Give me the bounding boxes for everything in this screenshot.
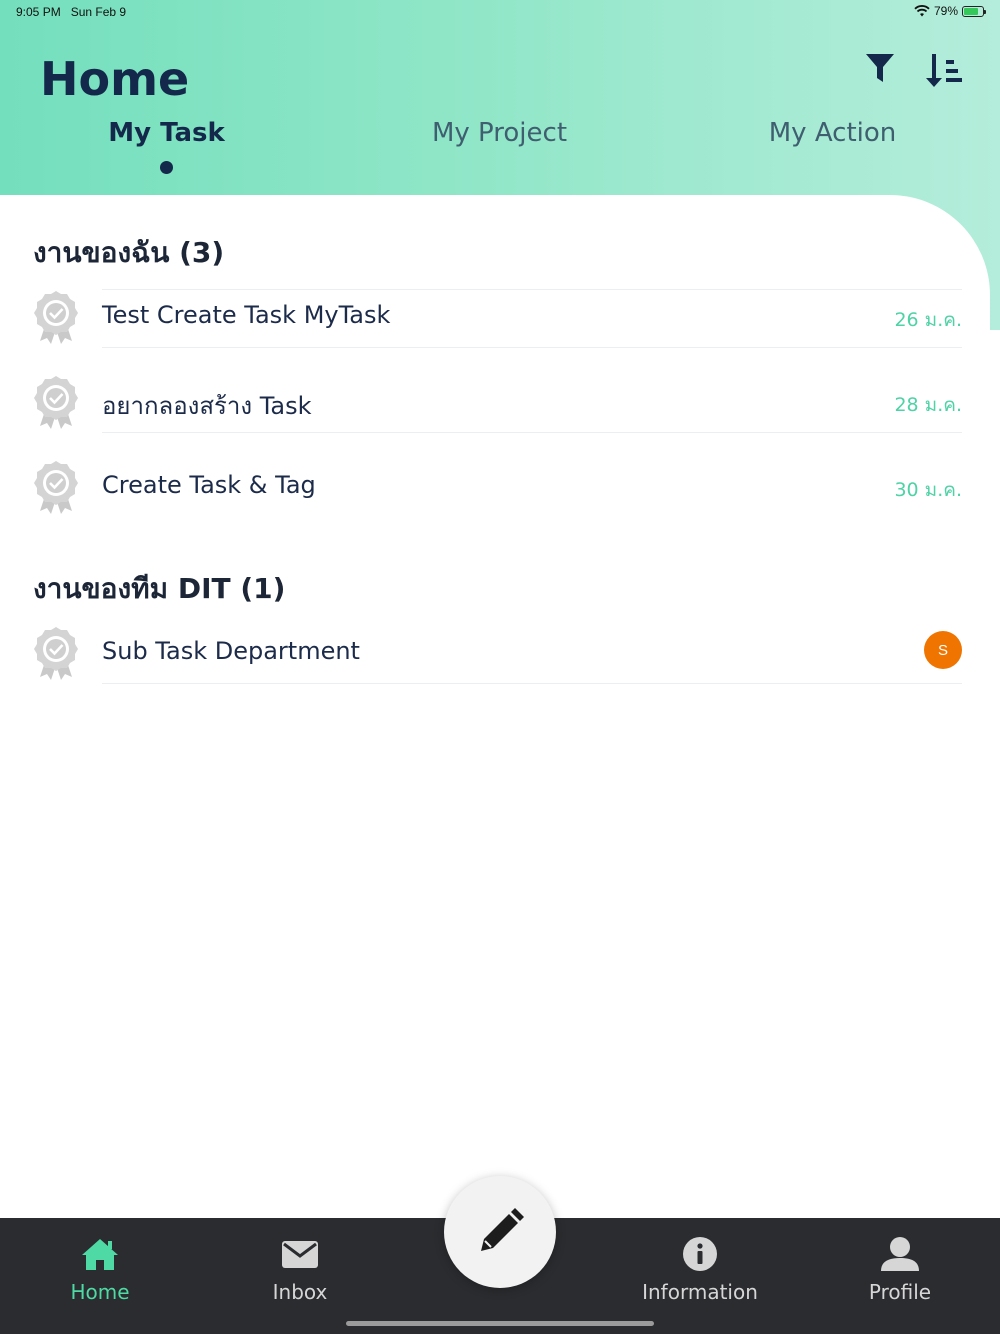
status-bar: 9:05 PM Sun Feb 9 79% — [0, 0, 1000, 24]
battery-icon — [962, 5, 986, 17]
nav-home[interactable]: Home — [0, 1236, 200, 1304]
content-panel: งานของฉัน (3) Test Create Task MyTask 26… — [0, 195, 990, 1235]
person-icon — [881, 1237, 919, 1271]
nav-profile-label: Profile — [868, 1280, 932, 1304]
task-row[interactable]: Test Create Task MyTask 26 ม.ค. — [30, 289, 962, 347]
nav-inbox-label: Inbox — [272, 1280, 328, 1304]
task-title: Sub Task Department — [102, 637, 360, 665]
task-title: Test Create Task MyTask — [102, 301, 391, 329]
award-badge-icon — [34, 291, 78, 344]
nav-information-label: Information — [642, 1280, 758, 1304]
nav-inbox[interactable]: Inbox — [200, 1236, 400, 1304]
battery-percent: 79% — [933, 4, 958, 18]
section-title-my-tasks: งานของฉัน (3) — [33, 236, 225, 269]
task-row[interactable]: Create Task & Tag 30 ม.ค. — [30, 432, 962, 517]
task-title: อยากลองสร้าง Task — [102, 392, 312, 420]
nav-information[interactable]: Information — [600, 1236, 800, 1304]
nav-home-label: Home — [70, 1280, 130, 1304]
award-badge-icon — [34, 376, 78, 429]
status-time: 9:05 PM Sun Feb 9 — [16, 5, 127, 19]
status-date: Sun Feb 9 — [70, 5, 127, 19]
tab-my-task[interactable]: My Task — [0, 118, 333, 148]
tab-bar: My Task My Project My Action — [0, 118, 1000, 178]
sort-button[interactable] — [924, 50, 964, 90]
task-title: Create Task & Tag — [102, 471, 316, 499]
row-divider — [102, 432, 962, 433]
wifi-icon — [914, 5, 930, 17]
sort-icon — [926, 54, 962, 87]
page-title: Home — [40, 52, 190, 106]
task-row[interactable]: Sub Task Department S — [30, 625, 962, 684]
row-divider — [102, 683, 962, 684]
status-indicators: 79% — [914, 4, 986, 18]
section-title-team-tasks: งานของทีม DIT (1) — [33, 572, 286, 605]
nav-profile[interactable]: Profile — [800, 1236, 1000, 1304]
award-badge-icon — [34, 627, 78, 680]
compose-button[interactable] — [444, 1176, 556, 1288]
row-divider — [102, 289, 962, 290]
battery-fill — [964, 7, 979, 15]
tab-my-project[interactable]: My Project — [333, 118, 666, 148]
task-due-date: 30 ม.ค. — [894, 479, 962, 501]
award-badge-icon — [34, 461, 78, 514]
mail-icon — [282, 1241, 318, 1268]
task-due-date: 26 ม.ค. — [894, 309, 962, 331]
filter-icon — [866, 54, 894, 82]
assignee-avatar[interactable]: S — [924, 631, 962, 669]
task-due-date: 28 ม.ค. — [894, 394, 962, 416]
active-tab-indicator — [160, 161, 173, 174]
pencil-icon — [481, 1208, 524, 1251]
tab-my-action[interactable]: My Action — [666, 118, 999, 148]
info-icon — [683, 1237, 717, 1271]
home-indicator — [346, 1321, 654, 1326]
task-row[interactable]: อยากลองสร้าง Task 28 ม.ค. — [30, 347, 962, 432]
filter-button[interactable] — [862, 50, 902, 90]
row-divider — [102, 347, 962, 348]
home-icon — [82, 1239, 118, 1270]
